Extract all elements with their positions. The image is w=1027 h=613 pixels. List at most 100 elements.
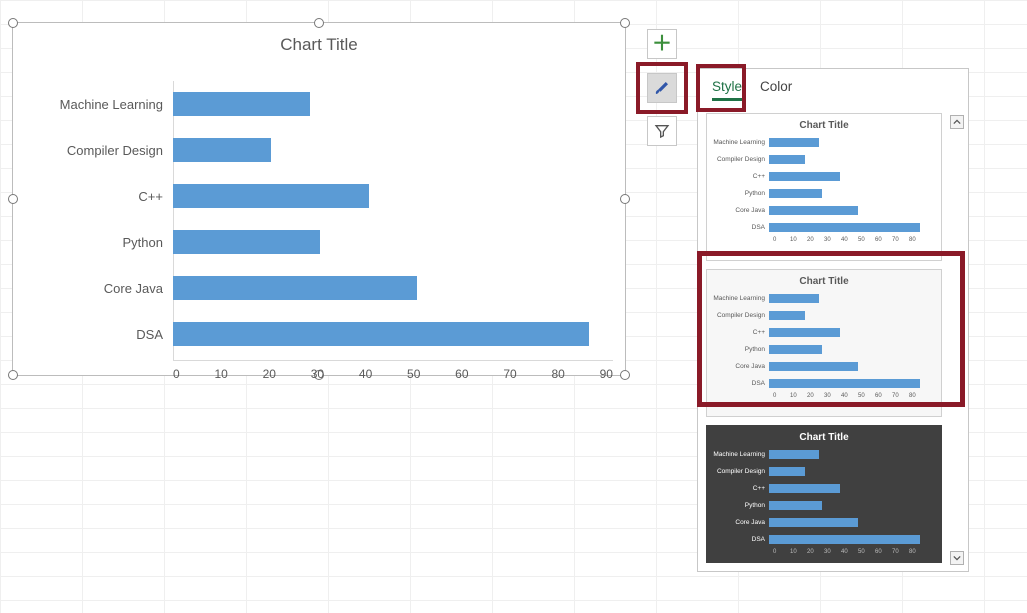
preview-data-bar — [769, 206, 858, 215]
preview-data-bar — [769, 467, 805, 476]
category-label: Machine Learning — [23, 97, 163, 112]
preview-data-bar — [769, 501, 822, 510]
resize-handle-sw[interactable] — [8, 370, 18, 380]
preview-category-label: DSA — [713, 380, 769, 387]
preview-category-label: Python — [713, 346, 769, 353]
preview-data-bar — [769, 294, 819, 303]
data-bar[interactable] — [173, 92, 310, 116]
preview-category-label: Core Java — [713, 519, 769, 526]
preview-bar-row: Machine Learning — [713, 291, 935, 306]
preview-data-bar — [769, 450, 819, 459]
chevron-up-icon — [953, 118, 961, 126]
resize-handle-e[interactable] — [620, 194, 630, 204]
preview-bar-row: C++ — [713, 325, 935, 340]
data-bar[interactable] — [173, 184, 369, 208]
resize-handle-w[interactable] — [8, 194, 18, 204]
preview-title: Chart Title — [713, 432, 935, 443]
preview-category-label: Core Java — [713, 207, 769, 214]
category-label: Python — [23, 235, 163, 250]
preview-category-label: DSA — [713, 224, 769, 231]
style-previews: Chart Title Machine Learning Compiler Des… — [706, 113, 944, 563]
resize-handle-nw[interactable] — [8, 18, 18, 28]
data-bar[interactable] — [173, 322, 589, 346]
preview-bar-row: Compiler Design — [713, 152, 935, 167]
preview-bar-row: DSA — [713, 220, 935, 235]
category-label: DSA — [23, 327, 163, 342]
preview-data-bar — [769, 535, 920, 544]
tab-color[interactable]: Color — [760, 79, 792, 101]
preview-bar-row: Python — [713, 498, 935, 513]
x-axis-ticks: 0102030405060708090 — [173, 367, 613, 381]
preview-data-bar — [769, 172, 840, 181]
preview-category-label: Machine Learning — [713, 139, 769, 146]
chevron-down-icon — [953, 554, 961, 562]
preview-bar-row: Compiler Design — [713, 464, 935, 479]
preview-bar-row: C++ — [713, 481, 935, 496]
preview-title: Chart Title — [713, 276, 935, 287]
tab-style[interactable]: Style — [712, 79, 742, 101]
data-bar[interactable] — [173, 230, 320, 254]
chart-styles-button[interactable] — [647, 73, 677, 103]
chart-filters-button[interactable] — [647, 116, 677, 146]
preview-data-bar — [769, 189, 822, 198]
preview-category-label: C++ — [713, 329, 769, 336]
style-preview-1[interactable]: Chart Title Machine Learning Compiler Des… — [706, 113, 942, 261]
data-bar[interactable] — [173, 138, 271, 162]
bar-row: C++ — [173, 173, 369, 219]
chart-elements-button[interactable]: ＋ — [647, 29, 677, 59]
preview-title: Chart Title — [713, 120, 935, 131]
preview-data-bar — [769, 223, 920, 232]
brush-icon — [653, 79, 671, 97]
preview-data-bar — [769, 518, 858, 527]
style-preview-3[interactable]: Chart Title Machine Learning Compiler Des… — [706, 425, 942, 563]
preview-bar-row: DSA — [713, 376, 935, 391]
chart-style-pane: Style Color Chart Title Machine Learning… — [697, 68, 969, 572]
preview-category-label: C++ — [713, 173, 769, 180]
x-axis-line — [173, 360, 613, 361]
preview-data-bar — [769, 155, 805, 164]
preview-category-label: Compiler Design — [713, 468, 769, 475]
bar-row: Core Java — [173, 265, 417, 311]
preview-category-label: C++ — [713, 485, 769, 492]
preview-bar-row: Core Java — [713, 203, 935, 218]
preview-data-bar — [769, 138, 819, 147]
resize-handle-n[interactable] — [314, 18, 324, 28]
chart-frame[interactable]: Chart Title Machine LearningCompiler Des… — [12, 22, 626, 376]
preview-data-bar — [769, 345, 822, 354]
category-label: C++ — [23, 189, 163, 204]
data-bar[interactable] — [173, 276, 417, 300]
preview-bar-row: Core Java — [713, 359, 935, 374]
style-preview-2[interactable]: Chart Title Machine Learning Compiler Des… — [706, 269, 942, 417]
preview-data-bar — [769, 362, 858, 371]
preview-data-bar — [769, 328, 840, 337]
preview-bar-row: C++ — [713, 169, 935, 184]
preview-bar-row: Python — [713, 342, 935, 357]
resize-handle-ne[interactable] — [620, 18, 630, 28]
preview-bar-row: Machine Learning — [713, 447, 935, 462]
filter-icon — [654, 123, 670, 139]
preview-bar-row: Core Java — [713, 515, 935, 530]
bar-row: Compiler Design — [173, 127, 271, 173]
preview-data-bar — [769, 379, 920, 388]
resize-handle-se[interactable] — [620, 370, 630, 380]
bar-row: DSA — [173, 311, 589, 357]
preview-category-label: Machine Learning — [713, 451, 769, 458]
preview-data-bar — [769, 484, 840, 493]
preview-bar-row: Machine Learning — [713, 135, 935, 150]
plus-icon: ＋ — [652, 34, 672, 54]
chart-title[interactable]: Chart Title — [13, 23, 625, 63]
preview-data-bar — [769, 311, 805, 320]
bar-row: Python — [173, 219, 320, 265]
preview-category-label: Core Java — [713, 363, 769, 370]
preview-category-label: Python — [713, 190, 769, 197]
scroll-down-button[interactable] — [950, 551, 964, 565]
preview-category-label: Compiler Design — [713, 312, 769, 319]
preview-bar-row: Compiler Design — [713, 308, 935, 323]
bar-row: Machine Learning — [173, 81, 310, 127]
preview-bar-row: DSA — [713, 532, 935, 547]
scroll-up-button[interactable] — [950, 115, 964, 129]
category-label: Core Java — [23, 281, 163, 296]
preview-bar-row: Python — [713, 186, 935, 201]
pane-tabs: Style Color — [698, 69, 968, 107]
preview-category-label: Compiler Design — [713, 156, 769, 163]
